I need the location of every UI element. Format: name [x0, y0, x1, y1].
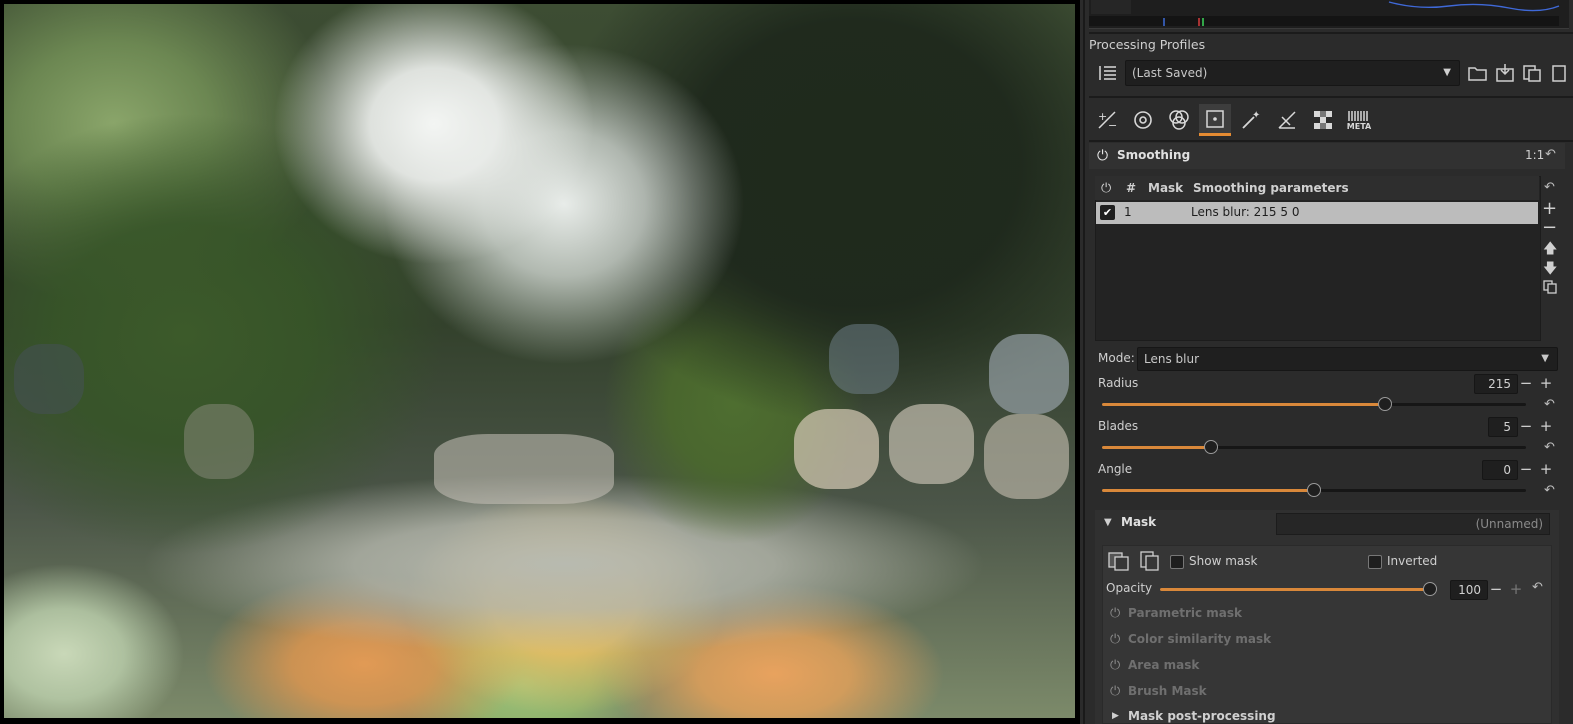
mode-select[interactable]: Lens blur ▼	[1137, 347, 1558, 371]
opacity-decrease-button[interactable]: −	[1488, 580, 1504, 598]
mask-name-field[interactable]: (Unnamed)	[1276, 513, 1550, 535]
radius-value[interactable]: 215	[1474, 374, 1518, 394]
row-enabled-checkbox[interactable]: ✔	[1100, 205, 1115, 220]
copy-profile-icon[interactable]	[1519, 60, 1545, 86]
angle-slider-handle[interactable]	[1307, 483, 1321, 497]
paste-profile-icon[interactable]	[1546, 60, 1572, 86]
brush-mask-power-icon[interactable]: ⏻	[1110, 684, 1120, 699]
expander-closed-icon[interactable]: ▶	[1112, 711, 1119, 721]
opacity-slider[interactable]	[1160, 588, 1430, 591]
save-profile-icon[interactable]	[1492, 60, 1518, 86]
move-down-icon[interactable]: 🡇	[1543, 258, 1557, 282]
reset-blades-icon[interactable]: ↶	[1544, 440, 1555, 455]
zoom-hint: 1:1	[1525, 148, 1545, 162]
show-mask-label: Show mask	[1189, 554, 1258, 568]
copy-mask-icon[interactable]	[1108, 551, 1130, 574]
open-profile-icon[interactable]	[1465, 60, 1491, 86]
mode-select-value: Lens blur	[1144, 352, 1200, 366]
blades-value[interactable]: 5	[1488, 417, 1518, 437]
raw-tab-icon[interactable]	[1307, 104, 1339, 136]
smoothing-table	[1095, 176, 1541, 341]
profile-list-icon[interactable]	[1095, 60, 1121, 86]
remove-entry-icon[interactable]: −	[1542, 217, 1557, 238]
radius-slider-fill	[1102, 403, 1385, 406]
processing-profiles-title: Processing Profiles	[1089, 37, 1206, 52]
table-row[interactable]	[1096, 202, 1538, 224]
paste-mask-icon[interactable]	[1139, 551, 1161, 574]
blades-decrease-button[interactable]: −	[1518, 417, 1534, 435]
svg-text:+: +	[1098, 110, 1107, 123]
angle-label: Angle	[1098, 462, 1133, 476]
profile-select-value: (Last Saved)	[1132, 66, 1208, 80]
brush-mask-label[interactable]: Brush Mask	[1128, 684, 1207, 698]
parametric-mask-power-icon[interactable]: ⏻	[1110, 606, 1120, 621]
col-mask-header: Mask	[1148, 181, 1184, 195]
angle-increase-button[interactable]: +	[1538, 460, 1554, 478]
opacity-slider-fill	[1160, 588, 1430, 591]
reset-opacity-icon[interactable]: ↶	[1532, 580, 1543, 595]
advanced-tab-icon[interactable]: ✦	[1235, 104, 1267, 136]
mode-label: Mode:	[1098, 351, 1135, 365]
exposure-tab-icon[interactable]: + −	[1091, 104, 1123, 136]
radius-label: Radius	[1098, 376, 1139, 390]
histogram-strip	[1089, 0, 1569, 29]
col-index-header: #	[1126, 181, 1137, 195]
svg-text:−: −	[1108, 119, 1117, 131]
mask-post-processing-label[interactable]: Mask post-processing	[1128, 709, 1276, 723]
parametric-mask-label[interactable]: Parametric mask	[1128, 606, 1242, 620]
local-adjustments-tab-icon[interactable]	[1199, 104, 1231, 136]
opacity-slider-handle[interactable]	[1423, 582, 1437, 596]
image-preview[interactable]	[4, 4, 1075, 718]
radius-slider[interactable]	[1102, 403, 1526, 406]
area-mask-label[interactable]: Area mask	[1128, 658, 1199, 672]
detail-tab-icon[interactable]	[1127, 104, 1159, 136]
transform-tab-icon[interactable]	[1271, 104, 1303, 136]
col-params-header: Smoothing parameters	[1193, 181, 1349, 195]
meta-tab-label: META	[1346, 121, 1372, 131]
enable-column-icon: ⏻	[1101, 181, 1112, 196]
color-similarity-mask-power-icon[interactable]: ⏻	[1110, 632, 1120, 647]
opacity-increase-button[interactable]: +	[1508, 580, 1524, 598]
color-similarity-mask-label[interactable]: Color similarity mask	[1128, 632, 1271, 646]
chevron-down-icon: ▼	[1443, 67, 1451, 78]
blades-slider-handle[interactable]	[1204, 440, 1218, 454]
duplicate-entry-icon[interactable]	[1543, 280, 1557, 297]
chevron-down-icon: ▼	[1541, 353, 1549, 364]
reset-angle-icon[interactable]: ↶	[1544, 483, 1555, 498]
add-entry-icon[interactable]: +	[1542, 198, 1557, 219]
reset-radius-icon[interactable]: ↶	[1544, 397, 1555, 412]
mask-title: Mask	[1121, 515, 1157, 529]
radius-decrease-button[interactable]: −	[1518, 374, 1534, 392]
smoothing-title: Smoothing	[1117, 148, 1191, 162]
blades-label: Blades	[1098, 419, 1139, 433]
inverted-label: Inverted	[1387, 554, 1438, 568]
blades-increase-button[interactable]: +	[1538, 417, 1554, 435]
opacity-value[interactable]: 100	[1450, 580, 1488, 600]
expander-open-icon[interactable]: ▼	[1104, 517, 1112, 528]
svg-text:✦: ✦	[1252, 110, 1260, 121]
color-tab-icon[interactable]	[1163, 104, 1195, 136]
blades-slider[interactable]	[1102, 446, 1526, 449]
row-index: 1	[1124, 205, 1132, 219]
profile-select[interactable]: (Last Saved) ▼	[1125, 60, 1460, 86]
image-preview-frame	[0, 0, 1080, 724]
blades-slider-fill	[1102, 446, 1210, 449]
reset-smoothing-icon[interactable]: ↶	[1545, 147, 1556, 162]
meta-tab-icon[interactable]: META	[1343, 104, 1375, 136]
angle-decrease-button[interactable]: −	[1518, 460, 1534, 478]
power-icon[interactable]: ⏻	[1097, 148, 1108, 164]
area-mask-power-icon[interactable]: ⏻	[1110, 658, 1120, 673]
angle-value[interactable]: 0	[1482, 460, 1518, 480]
reset-list-icon[interactable]: ↶	[1544, 180, 1555, 195]
opacity-label: Opacity	[1106, 581, 1153, 595]
inverted-checkbox[interactable]	[1368, 555, 1382, 569]
angle-slider-fill	[1102, 489, 1314, 492]
show-mask-checkbox[interactable]	[1170, 555, 1184, 569]
radius-increase-button[interactable]: +	[1538, 374, 1554, 392]
row-params: Lens blur: 215 5 0	[1191, 205, 1300, 219]
radius-slider-handle[interactable]	[1378, 397, 1392, 411]
